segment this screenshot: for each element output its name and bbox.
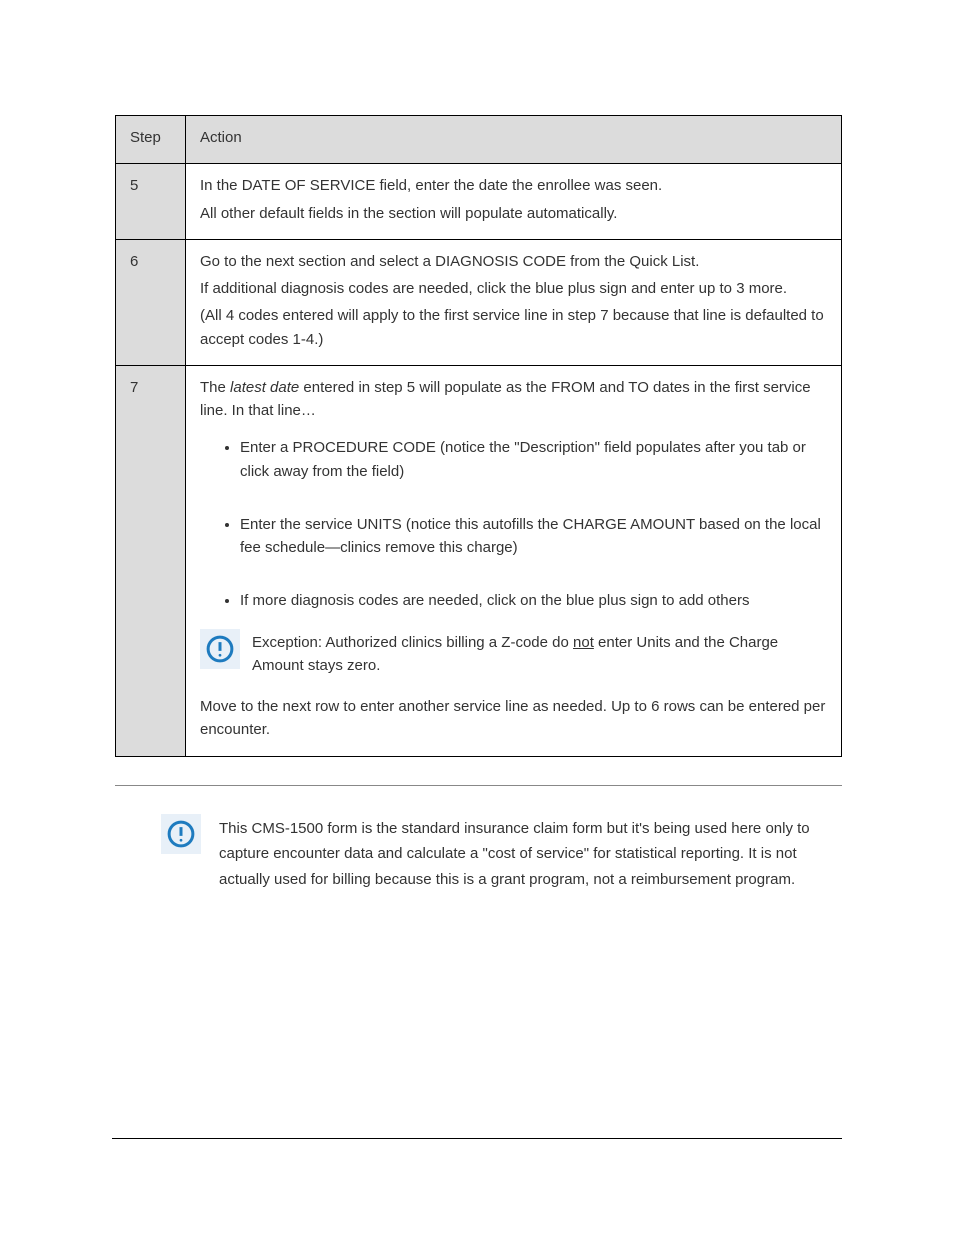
footer-divider [112, 1138, 842, 1139]
note-text: Exception: Authorized clinics billing a … [252, 629, 827, 678]
col-action-header: Action [186, 116, 842, 164]
text-fragment: The [200, 379, 230, 396]
bullet-list: Enter a PROCEDURE CODE (notice the "Desc… [200, 436, 827, 612]
step-action: Go to the next section and select a DIAG… [186, 239, 842, 365]
step-action: The latest date entered in step 5 will p… [186, 365, 842, 756]
step-text: Go to the next section and select a DIAG… [200, 250, 827, 273]
step-text: Move to the next row to enter another se… [200, 695, 827, 742]
list-item: If more diagnosis codes are needed, clic… [240, 589, 827, 612]
step-text: In the DATE OF SERVICE field, enter the … [200, 174, 827, 197]
col-step-header: Step [116, 116, 186, 164]
step-number: 7 [116, 365, 186, 756]
step-action: In the DATE OF SERVICE field, enter the … [186, 164, 842, 240]
divider [115, 785, 842, 786]
table-row: 7 The latest date entered in step 5 will… [116, 365, 842, 756]
italic-text: latest date [230, 379, 299, 396]
step-text: All other default fields in the section … [200, 202, 827, 225]
step-number: 5 [116, 164, 186, 240]
note-text: This CMS-1500 form is the standard insur… [219, 814, 834, 893]
table-row: 6 Go to the next section and select a DI… [116, 239, 842, 365]
step-text: The latest date entered in step 5 will p… [200, 376, 827, 423]
table-row: 5 In the DATE OF SERVICE field, enter th… [116, 164, 842, 240]
alert-circle-icon [200, 629, 240, 669]
underline-text: not [573, 634, 594, 651]
step-text: (All 4 codes entered will apply to the f… [200, 304, 827, 351]
step-text: If additional diagnosis codes are needed… [200, 277, 827, 300]
steps-table: Step Action 5 In the DATE OF SERVICE fie… [115, 115, 842, 757]
note-block: Exception: Authorized clinics billing a … [200, 629, 827, 678]
list-item: Enter a PROCEDURE CODE (notice the "Desc… [240, 436, 827, 483]
list-item: Enter the service UNITS (notice this aut… [240, 513, 827, 560]
alert-circle-icon [161, 814, 201, 854]
step-number: 6 [116, 239, 186, 365]
text-fragment: Exception: Authorized clinics billing a … [252, 634, 573, 651]
page-note: This CMS-1500 form is the standard insur… [115, 814, 842, 893]
